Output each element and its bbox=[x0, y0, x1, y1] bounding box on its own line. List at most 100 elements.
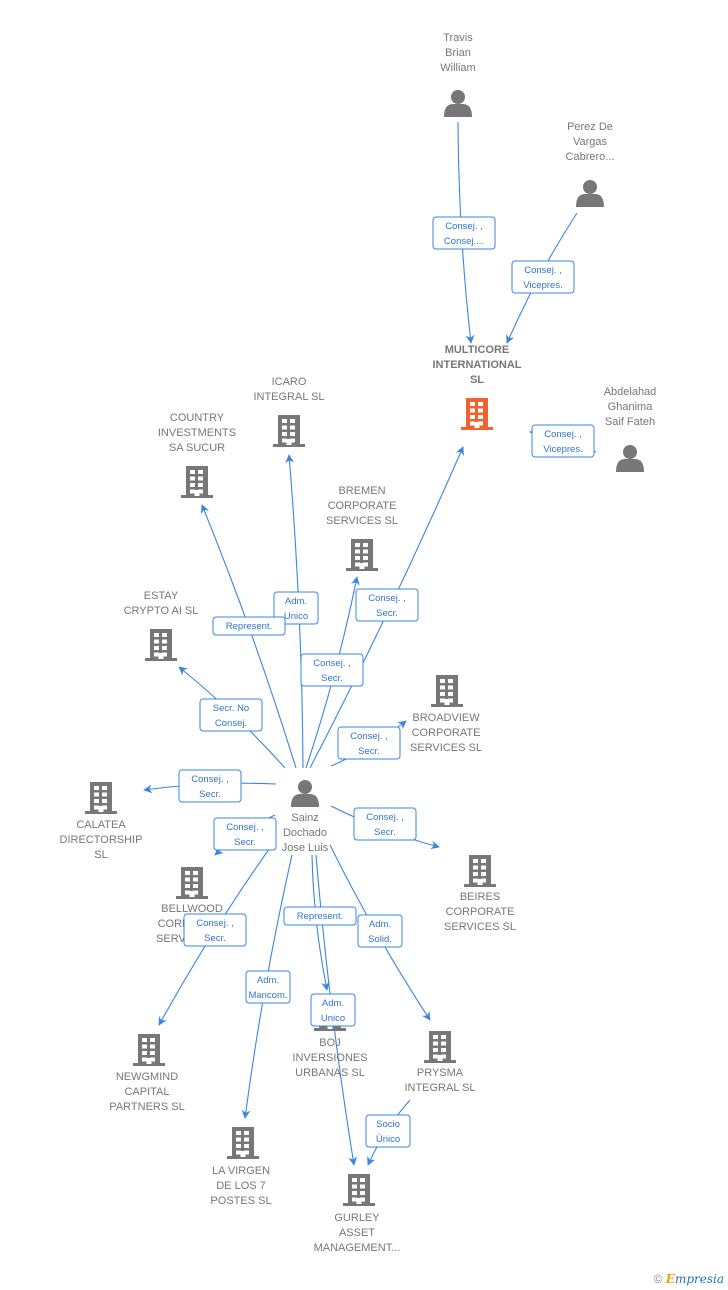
edge-label-sainz-bellwood[interactable]: Consej. , Secr. bbox=[213, 817, 277, 851]
node-label[interactable]: INTEGRAL SL bbox=[253, 391, 324, 403]
node-label[interactable]: SA SUCUR bbox=[169, 442, 225, 454]
node-label[interactable]: Vargas bbox=[573, 136, 608, 148]
node-label[interactable]: SL bbox=[94, 849, 107, 861]
person-icon[interactable] bbox=[576, 180, 604, 207]
building-icon[interactable] bbox=[85, 782, 117, 814]
node-label[interactable]: MULTICORE bbox=[445, 344, 510, 356]
node-label[interactable]: William bbox=[440, 62, 475, 74]
node-broadview[interactable]: BROADVIEW CORPORATE SERVICES SL bbox=[410, 675, 482, 754]
node-label[interactable]: CORPORATE bbox=[328, 500, 397, 512]
edge-label-sainz-calatea[interactable]: Consej. , Secr. bbox=[178, 769, 242, 803]
node-label[interactable]: SERVICES SL bbox=[326, 515, 398, 527]
building-icon[interactable] bbox=[464, 855, 496, 887]
edge-label-travis-multicore[interactable]: Consej. , Consej.... bbox=[432, 216, 496, 250]
node-label[interactable]: Cabrero... bbox=[566, 151, 615, 163]
node-label[interactable]: INVERSIONES bbox=[292, 1052, 367, 1064]
node-label[interactable]: SL bbox=[470, 374, 484, 386]
edge-label-sainz-newgmind[interactable]: Consej. , Secr. bbox=[183, 913, 247, 947]
building-icon[interactable] bbox=[227, 1127, 259, 1159]
node-label[interactable]: Saif Fateh bbox=[605, 416, 655, 428]
edge-label-sainz-bremen[interactable]: Consej. , Secr. bbox=[300, 653, 364, 687]
node-prysma[interactable]: PRYSMA INTEGRAL SL bbox=[404, 1031, 476, 1094]
building-icon[interactable] bbox=[133, 1034, 165, 1066]
building-icon[interactable] bbox=[346, 539, 378, 571]
building-icon[interactable] bbox=[431, 675, 463, 707]
edge-label-sainz-beires[interactable]: Consej. , Secr. bbox=[353, 807, 417, 841]
node-lavirgen[interactable]: LA VIRGEN DE LOS 7 POSTES SL bbox=[210, 1127, 272, 1207]
edge-label-perez-multicore[interactable]: Consej. , Vicepres. bbox=[511, 260, 575, 294]
node-label[interactable]: PARTNERS SL bbox=[109, 1101, 184, 1113]
node-label[interactable]: CORPORATE bbox=[446, 906, 515, 918]
person-icon[interactable] bbox=[616, 445, 644, 472]
building-icon[interactable] bbox=[176, 867, 208, 899]
edge-label-prysma-gurley[interactable]: Socio Único bbox=[365, 1114, 411, 1148]
node-perez[interactable]: Perez De Vargas Cabrero... bbox=[566, 121, 615, 207]
edge-label-sainz-country[interactable]: Represent. bbox=[212, 616, 286, 636]
building-icon[interactable] bbox=[273, 415, 305, 447]
node-label[interactable]: Dochado bbox=[283, 827, 327, 839]
edge-label-abdelahad-multicore[interactable]: Consej. , Vicepres. bbox=[531, 424, 595, 458]
node-label[interactable]: ICARO bbox=[272, 376, 307, 388]
node-label[interactable]: NEWGMIND bbox=[116, 1071, 178, 1083]
node-label[interactable]: Brian bbox=[445, 47, 471, 59]
node-label[interactable]: BELLWOOD bbox=[161, 903, 223, 915]
person-icon[interactable] bbox=[291, 780, 319, 807]
node-label[interactable]: PRYSMA bbox=[417, 1067, 464, 1079]
node-label[interactable]: SERVICES SL bbox=[410, 742, 482, 754]
node-label[interactable]: INVESTMENTS bbox=[158, 427, 236, 439]
building-icon[interactable] bbox=[145, 629, 177, 661]
node-label[interactable]: Travis bbox=[443, 32, 473, 44]
brand-logo[interactable]: Empresia bbox=[666, 1272, 724, 1286]
node-label[interactable]: SERVICES SL bbox=[444, 921, 516, 933]
building-icon[interactable] bbox=[343, 1174, 375, 1206]
node-label[interactable]: CRYPTO AI SL bbox=[124, 605, 199, 617]
node-multicore[interactable]: MULTICORE INTERNATIONAL SL bbox=[432, 344, 522, 430]
node-label[interactable]: BEIRES bbox=[460, 891, 500, 903]
node-label[interactable]: URBANAS SL bbox=[295, 1067, 365, 1079]
node-abdelahad[interactable]: Abdelahad Ghanima Saif Fateh bbox=[604, 386, 657, 472]
building-icon[interactable] bbox=[461, 398, 493, 430]
node-label[interactable]: POSTES SL bbox=[210, 1195, 271, 1207]
node-label[interactable]: INTERNATIONAL bbox=[432, 359, 521, 371]
node-label[interactable]: BREMEN bbox=[338, 485, 385, 497]
node-gurley[interactable]: GURLEY ASSET MANAGEMENT... bbox=[314, 1174, 401, 1254]
node-country[interactable]: COUNTRY INVESTMENTS SA SUCUR bbox=[158, 412, 236, 498]
node-estay[interactable]: ESTAY CRYPTO AI SL bbox=[124, 590, 199, 661]
node-label[interactable]: MANAGEMENT... bbox=[314, 1242, 401, 1254]
node-label[interactable]: COUNTRY bbox=[170, 412, 225, 424]
edge-label-sainz-boj[interactable]: Represent. bbox=[283, 906, 357, 926]
node-label[interactable]: ESTAY bbox=[144, 590, 179, 602]
node-label[interactable]: BOJ bbox=[319, 1037, 340, 1049]
node-label[interactable]: LA VIRGEN bbox=[212, 1165, 270, 1177]
node-label[interactable]: ASSET bbox=[339, 1227, 375, 1239]
node-label[interactable]: Ghanima bbox=[608, 401, 654, 413]
node-label[interactable]: Abdelahad bbox=[604, 386, 657, 398]
edge-label-sainz-multicore[interactable]: Consej. , Secr. bbox=[355, 588, 419, 622]
node-travis[interactable]: Travis Brian William bbox=[440, 32, 476, 117]
edge-label-sainz-gurley[interactable]: Adm. Unico bbox=[310, 993, 356, 1027]
node-label[interactable]: Sainz bbox=[291, 812, 319, 824]
node-label[interactable]: DIRECTORSHIP bbox=[60, 834, 143, 846]
node-label[interactable]: CAPITAL bbox=[124, 1086, 169, 1098]
node-icaro[interactable]: ICARO INTEGRAL SL bbox=[253, 376, 325, 447]
node-label[interactable]: Perez De bbox=[567, 121, 613, 133]
person-icon[interactable] bbox=[444, 90, 472, 117]
node-label[interactable]: Jose Luis bbox=[282, 842, 329, 854]
node-label[interactable]: CORPORATE bbox=[412, 727, 481, 739]
node-label[interactable]: INTEGRAL SL bbox=[404, 1082, 475, 1094]
edge-label-sainz-estay[interactable]: Secr. No Consej. bbox=[199, 698, 263, 732]
edge-label-sainz-prysma[interactable]: Adm. Solid. bbox=[357, 914, 403, 948]
node-label[interactable]: CALATEA bbox=[76, 819, 126, 831]
node-label[interactable]: GURLEY bbox=[334, 1212, 380, 1224]
edge-label-sainz-lavirgen[interactable]: Adm. Mancom. bbox=[245, 970, 291, 1004]
building-icon[interactable] bbox=[181, 466, 213, 498]
node-label[interactable]: BROADVIEW bbox=[412, 712, 480, 724]
node-beires[interactable]: BEIRES CORPORATE SERVICES SL bbox=[444, 855, 516, 933]
node-bremen[interactable]: BREMEN CORPORATE SERVICES SL bbox=[326, 485, 398, 571]
node-newgmind[interactable]: NEWGMIND CAPITAL PARTNERS SL bbox=[109, 1034, 185, 1113]
node-sainz[interactable]: Sainz Dochado Jose Luis bbox=[282, 780, 329, 854]
node-calatea[interactable]: CALATEA DIRECTORSHIP SL bbox=[60, 782, 143, 861]
node-label[interactable]: DE LOS 7 bbox=[216, 1180, 266, 1192]
edge-label-sainz-broadview[interactable]: Consej. , Secr. bbox=[337, 726, 401, 760]
building-icon[interactable] bbox=[424, 1031, 456, 1063]
